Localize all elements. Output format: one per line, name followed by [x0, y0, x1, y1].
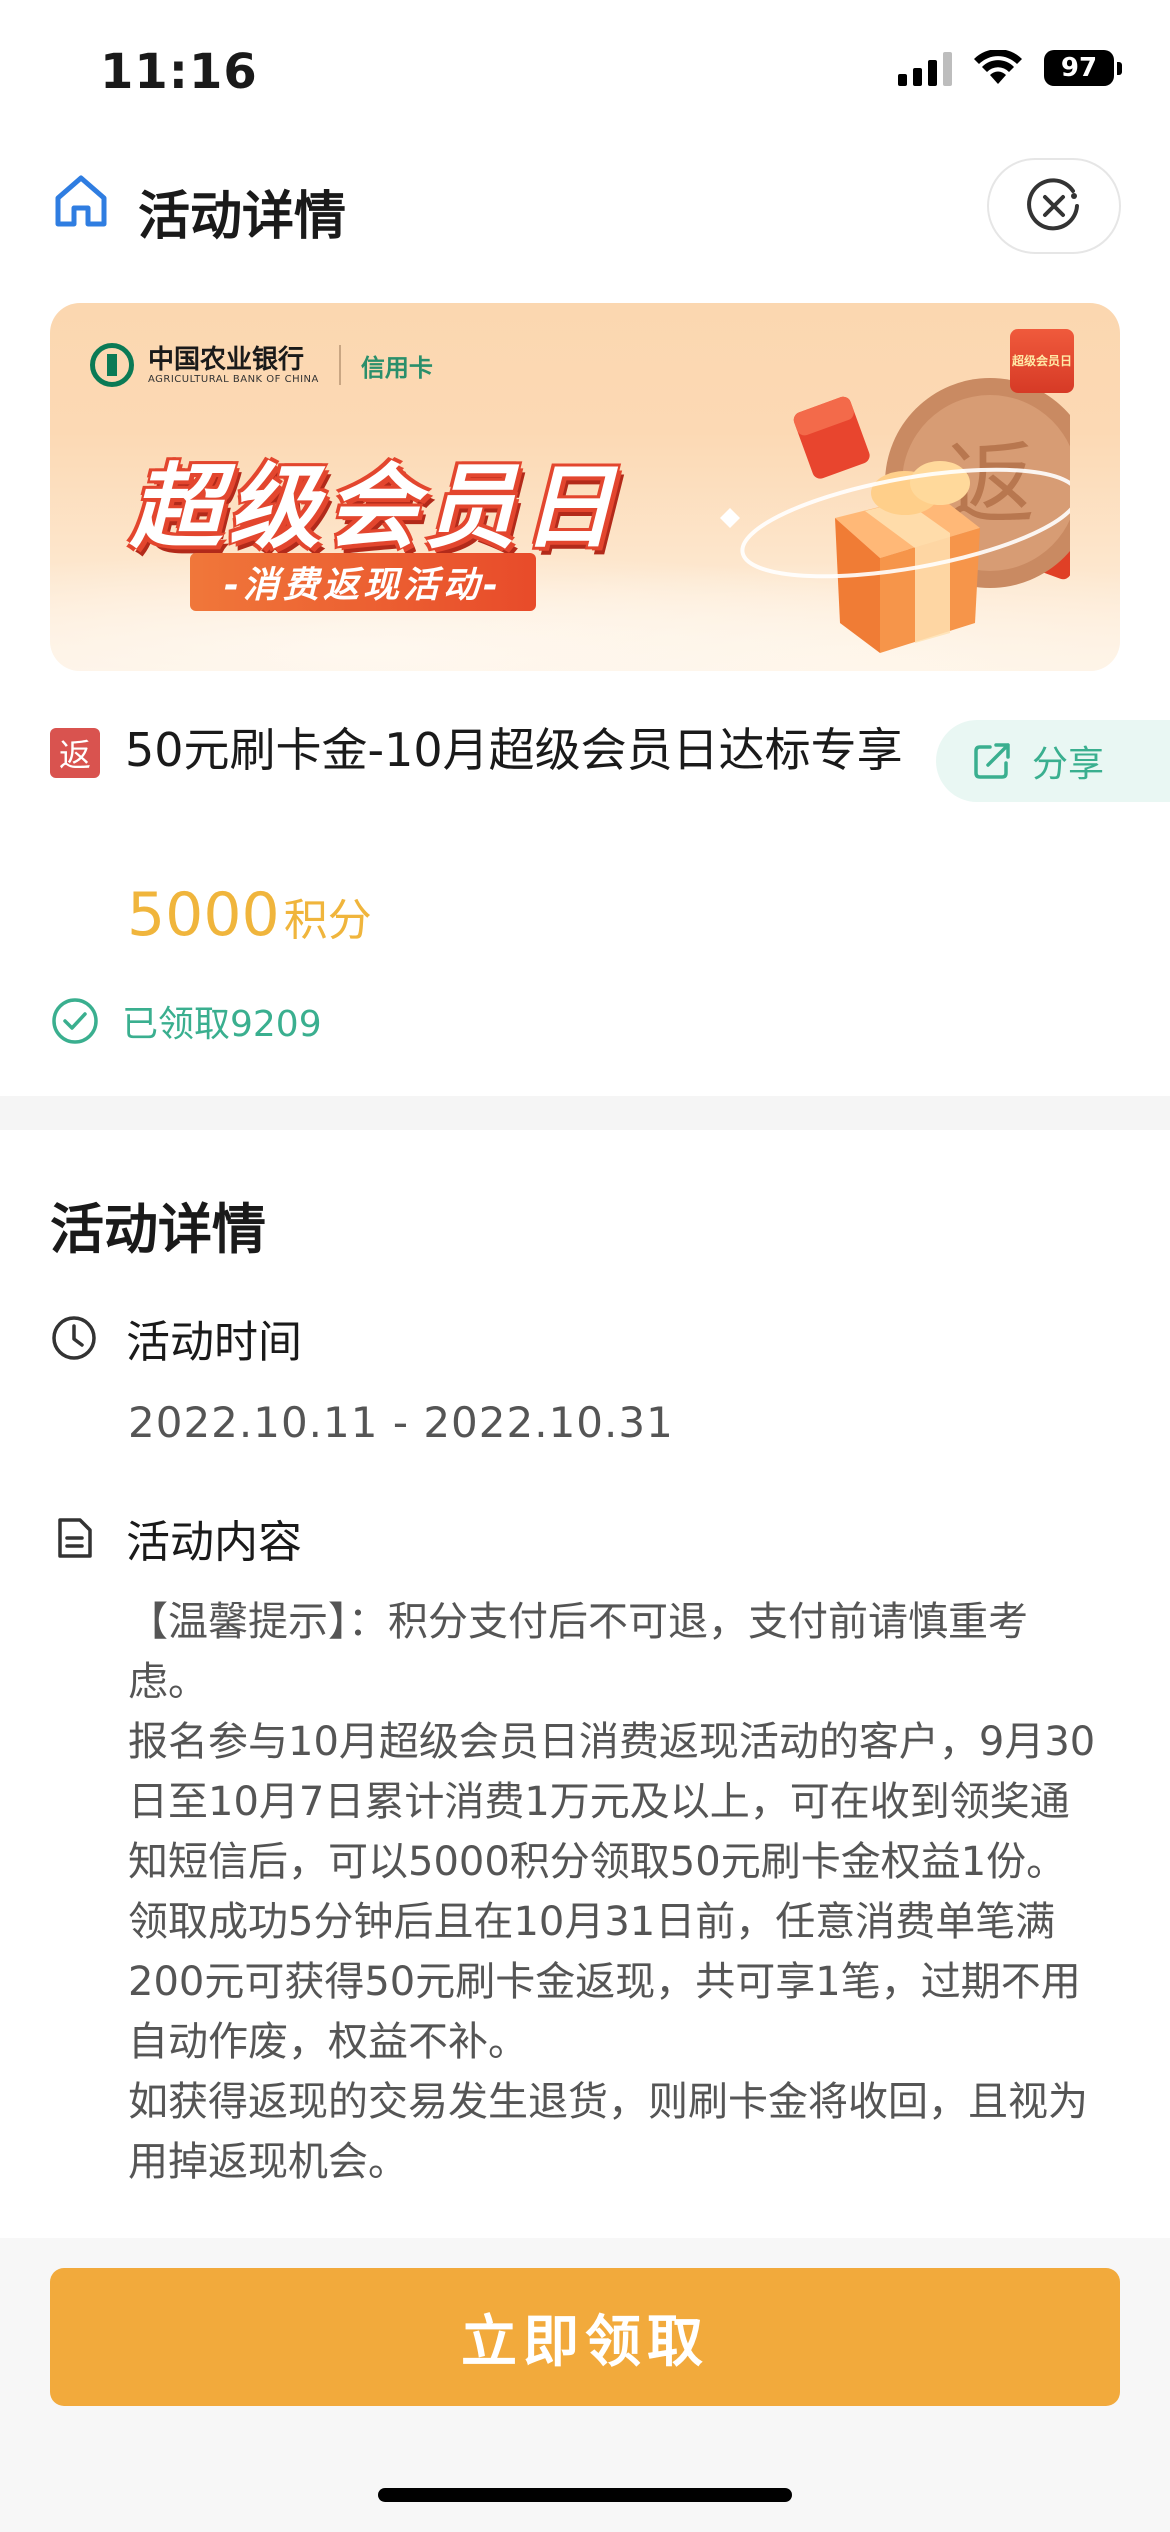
- home-indicator[interactable]: [378, 2488, 792, 2502]
- bank-logo-icon: [90, 343, 134, 387]
- wifi-icon: [974, 50, 1022, 84]
- gift-coin-illustration: 返: [720, 378, 1070, 653]
- claimed-text: 已领取9209: [122, 1004, 322, 1045]
- content-paragraph: 【温馨提示】：积分支付后不可退，支付前请慎重考虑。: [128, 1599, 1028, 1705]
- battery-icon: 97: [1044, 50, 1122, 86]
- bank-logo: 中国农业银行 AGRICULTURAL BANK OF CHINA 信用卡: [90, 343, 433, 387]
- share-button[interactable]: 分享: [936, 720, 1170, 802]
- content-label: 活动内容: [126, 1517, 302, 1568]
- content-body: 【温馨提示】：积分支付后不可退，支付前请慎重考虑。 报名参与10月超级会员日消费…: [128, 1592, 1098, 2238]
- price: 5000 积分: [127, 880, 372, 950]
- activity-time-label: 活动时间: [50, 1306, 302, 1370]
- share-label: 分享: [1032, 744, 1105, 785]
- banner-subtitle: -消费返现活动-: [190, 553, 536, 611]
- content-paragraph: 领取成功5分钟后且在10月31日前，任意消费单笔满200元可获得50元刷卡金返现…: [128, 1899, 1081, 2065]
- section-divider: [0, 1096, 1170, 1130]
- badge-icon: 超级会员日: [1010, 329, 1074, 393]
- promo-banner[interactable]: 中国农业银行 AGRICULTURAL BANK OF CHINA 信用卡 超级…: [50, 303, 1120, 671]
- home-icon[interactable]: [50, 170, 112, 232]
- cashback-tag: 返: [50, 728, 100, 778]
- content-paragraph: 报名参与10月超级会员日消费返现活动的客户，9月30日至10月7日累计消费1万元…: [128, 1719, 1096, 1885]
- close-button[interactable]: [987, 158, 1121, 254]
- clock-icon: [52, 1316, 96, 1360]
- content-paragraph: 如获得返现的交易发生退货，则刷卡金将收回，且视为用掉返现机会。: [128, 2079, 1088, 2185]
- details-heading: 活动详情: [50, 1198, 266, 1261]
- time-value: 2022.10.11 - 2022.10.31: [128, 1398, 674, 1447]
- claimed-count: 已领取9209: [50, 995, 322, 1047]
- banner-title: 超级会员日: [130, 454, 621, 561]
- price-unit: 积分: [283, 895, 372, 946]
- card-label: 信用卡: [360, 353, 433, 382]
- status-time: 11:16: [100, 44, 258, 100]
- claim-button[interactable]: 立即领取: [50, 2268, 1120, 2406]
- status-icons: 97: [898, 50, 1122, 86]
- page-title: 活动详情: [138, 187, 347, 247]
- product-title: 50元刷卡金-10月超级会员日达标专享: [125, 723, 903, 777]
- bank-name-en: AGRICULTURAL BANK OF CHINA: [148, 373, 319, 385]
- check-circle-icon: [52, 998, 98, 1044]
- activity-content-label: 活动内容: [50, 1506, 302, 1570]
- bank-name: 中国农业银行: [148, 344, 305, 375]
- nav-header: 活动详情: [0, 150, 1170, 260]
- battery-level: 97: [1044, 50, 1114, 86]
- close-icon: [1027, 178, 1079, 231]
- time-label: 活动时间: [126, 1317, 302, 1368]
- price-value: 5000: [127, 880, 280, 950]
- document-icon: [58, 1518, 92, 1558]
- share-icon: [974, 743, 1010, 779]
- status-bar: 11:16 97: [0, 0, 1170, 140]
- signal-icon: [898, 50, 952, 86]
